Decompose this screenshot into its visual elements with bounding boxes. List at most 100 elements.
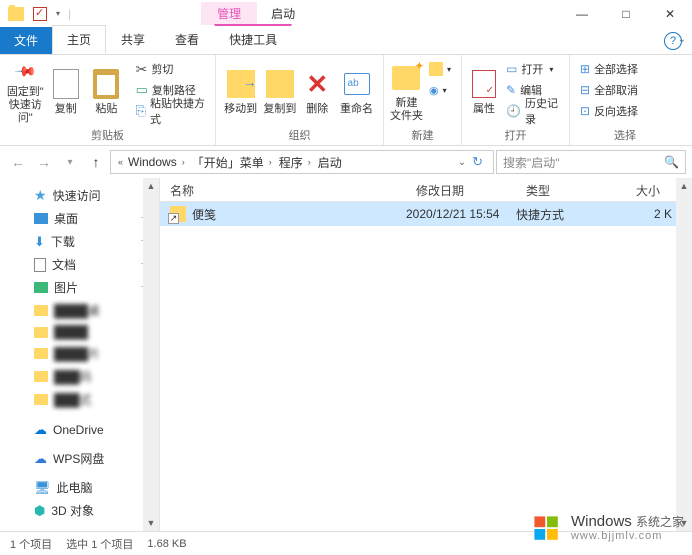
tab-file[interactable]: 文件 bbox=[0, 27, 52, 54]
sidebar-item-onedrive[interactable]: ☁OneDrive bbox=[0, 419, 159, 441]
rename-icon bbox=[344, 73, 370, 95]
help-button[interactable]: ? bbox=[664, 32, 682, 50]
move-to-button[interactable]: 移动到 bbox=[222, 59, 259, 125]
column-type[interactable]: 类型 bbox=[516, 178, 626, 201]
file-list[interactable]: 便笺 2020/12/21 15:54 快捷方式 2 K bbox=[160, 202, 692, 531]
sidebar-item-pinned[interactable]: ███码 bbox=[0, 365, 159, 388]
invert-selection-button[interactable]: ⊡反向选择 bbox=[576, 101, 642, 121]
group-label-organize: 组织 bbox=[222, 125, 377, 143]
status-size: 1.68 KB bbox=[147, 538, 186, 550]
open-button[interactable]: ▭打开▾ bbox=[502, 59, 563, 79]
properties-icon bbox=[472, 70, 496, 98]
sidebar-item-downloads[interactable]: ⬇下载📌 bbox=[0, 230, 159, 253]
navigation-bar: ← → ▾ ↑ « Windows› 「开始」菜单› 程序› 启动 ⌄ ↻ 搜索… bbox=[0, 146, 692, 178]
forward-button[interactable]: → bbox=[32, 150, 56, 174]
paste-shortcut-button[interactable]: ⎘粘贴快捷方式 bbox=[132, 101, 209, 121]
delete-icon: ✕ bbox=[306, 78, 328, 91]
pin-icon: 📌 bbox=[15, 60, 37, 82]
copy-button[interactable]: 复制 bbox=[47, 59, 86, 125]
select-all-button[interactable]: ⊞全部选择 bbox=[576, 59, 642, 79]
new-item-button[interactable]: ▾ bbox=[425, 59, 455, 79]
ribbon-group-open: 属性 ▭打开▾ ✎编辑 🕘历史记录 打开 bbox=[462, 55, 570, 145]
tab-shortcut-tools[interactable]: 快捷工具 bbox=[214, 24, 292, 54]
select-none-button[interactable]: ⊟全部取消 bbox=[576, 80, 642, 100]
sidebar-item-desktop[interactable]: 桌面📌 bbox=[0, 207, 159, 230]
sidebar-item-pinned[interactable]: ███式 bbox=[0, 388, 159, 411]
copy-to-button[interactable]: 复制到 bbox=[261, 59, 298, 125]
sidebar-scrollbar[interactable]: ▲ ▼ bbox=[143, 178, 159, 531]
chevron-down-icon: ▾ bbox=[549, 65, 553, 74]
cube-icon: ⬢ bbox=[34, 503, 45, 519]
pin-quick-access-button[interactable]: 📌 固定到" 快速访问" bbox=[6, 59, 45, 125]
paste-icon bbox=[93, 69, 119, 99]
shortcut-file-icon bbox=[170, 206, 186, 222]
shortcut-icon: ⎘ bbox=[136, 103, 146, 119]
back-button[interactable]: ← bbox=[6, 150, 30, 174]
breadcrumb-segment[interactable]: 「开始」菜单› bbox=[190, 154, 277, 171]
new-item-icon bbox=[429, 62, 443, 76]
sidebar-item-wps[interactable]: ☁WPS网盘 bbox=[0, 447, 159, 470]
navigation-pane: ★快速访问 桌面📌 ⬇下载📌 文档📌 图片📌 ████桌 ████ ████片 … bbox=[0, 178, 160, 531]
history-button[interactable]: 🕘历史记录 bbox=[502, 101, 563, 121]
easy-access-button[interactable]: ◉▾ bbox=[425, 80, 455, 100]
sidebar-item-pinned[interactable]: ████桌 bbox=[0, 299, 159, 322]
file-type: 快捷方式 bbox=[516, 206, 626, 223]
qat-dropdown-icon[interactable]: ▾ bbox=[56, 9, 60, 18]
scroll-down-icon[interactable]: ▼ bbox=[676, 515, 692, 531]
sidebar-item-documents[interactable]: 文档📌 bbox=[0, 253, 159, 276]
close-button[interactable]: ✕ bbox=[648, 0, 692, 28]
file-scrollbar[interactable]: ▲ ▼ bbox=[676, 178, 692, 531]
ribbon-tabs: 文件 主页 共享 查看 快捷工具 ⌄ ? bbox=[0, 28, 692, 54]
sidebar-item-pinned[interactable]: ████ bbox=[0, 322, 159, 342]
pictures-icon bbox=[34, 282, 48, 293]
group-label-new: 新建 bbox=[390, 125, 455, 143]
breadcrumb-dropdown-icon[interactable]: ⌄ bbox=[458, 157, 466, 168]
search-input[interactable]: 搜索"启动" 🔍 bbox=[496, 150, 686, 174]
status-bar: 1 个项目 选中 1 个项目 1.68 KB bbox=[0, 531, 692, 555]
search-placeholder: 搜索"启动" bbox=[503, 154, 560, 171]
cut-button[interactable]: ✂剪切 bbox=[132, 59, 209, 79]
up-button[interactable]: ↑ bbox=[84, 150, 108, 174]
scroll-up-icon[interactable]: ▲ bbox=[143, 178, 159, 194]
tab-share[interactable]: 共享 bbox=[106, 25, 160, 54]
scroll-down-icon[interactable]: ▼ bbox=[143, 515, 159, 531]
paste-button[interactable]: 粘贴 bbox=[87, 59, 126, 125]
wps-icon: ☁ bbox=[34, 451, 47, 467]
column-date[interactable]: 修改日期 bbox=[406, 178, 516, 201]
qat-item-icon[interactable] bbox=[32, 6, 48, 22]
paste-label: 粘贴 bbox=[95, 103, 117, 116]
onedrive-icon: ☁ bbox=[34, 422, 47, 438]
breadcrumb-segment[interactable]: 程序› bbox=[277, 154, 316, 171]
select-none-icon: ⊟ bbox=[580, 83, 590, 97]
chevron-right-icon: › bbox=[305, 157, 314, 167]
sidebar-item-3d-objects[interactable]: ⬢3D 对象 bbox=[0, 499, 159, 522]
delete-button[interactable]: ✕ 删除 bbox=[301, 59, 335, 125]
context-tab-manage[interactable]: 管理 bbox=[201, 2, 257, 25]
ribbon: 📌 固定到" 快速访问" 复制 粘贴 ✂剪切 ▭复制路径 ⎘粘贴快捷方式 剪贴板 bbox=[0, 54, 692, 146]
breadcrumb-segment[interactable]: Windows› bbox=[126, 155, 190, 169]
group-label-select: 选择 bbox=[576, 125, 674, 143]
folder-icon bbox=[34, 371, 48, 382]
sidebar-item-pinned[interactable]: ████片 bbox=[0, 342, 159, 365]
rename-button[interactable]: 重命名 bbox=[336, 59, 377, 125]
file-row[interactable]: 便笺 2020/12/21 15:54 快捷方式 2 K bbox=[160, 202, 692, 226]
scroll-up-icon[interactable]: ▲ bbox=[676, 178, 692, 194]
properties-button[interactable]: 属性 bbox=[468, 59, 500, 125]
maximize-button[interactable]: □ bbox=[604, 0, 648, 28]
minimize-button[interactable]: — bbox=[560, 0, 604, 28]
sidebar-item-quick-access[interactable]: ★快速访问 bbox=[0, 184, 159, 207]
chevron-left-icon[interactable]: « bbox=[115, 157, 126, 167]
pc-icon: 🖥 bbox=[34, 480, 51, 496]
tab-home[interactable]: 主页 bbox=[52, 25, 106, 54]
new-folder-button[interactable]: 新建 文件夹 bbox=[390, 59, 423, 125]
column-name[interactable]: 名称 bbox=[160, 178, 406, 201]
tab-view[interactable]: 查看 bbox=[160, 25, 214, 54]
group-label-clipboard: 剪贴板 bbox=[6, 125, 209, 143]
sidebar-item-pictures[interactable]: 图片📌 bbox=[0, 276, 159, 299]
sidebar-item-this-pc[interactable]: 🖥此电脑 bbox=[0, 476, 159, 499]
breadcrumb[interactable]: « Windows› 「开始」菜单› 程序› 启动 ⌄ ↻ bbox=[110, 150, 494, 174]
refresh-button[interactable]: ↻ bbox=[466, 154, 489, 170]
easy-access-icon: ◉ bbox=[429, 84, 439, 97]
recent-locations-button[interactable]: ▾ bbox=[58, 150, 82, 174]
breadcrumb-segment[interactable]: 启动 bbox=[316, 154, 344, 171]
